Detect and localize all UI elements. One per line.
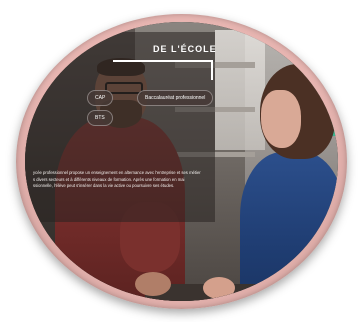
photo-woman-face — [261, 90, 301, 148]
photo-woman-hand — [203, 277, 235, 299]
description-line: ycée professionnel propose un enseigneme… — [33, 170, 201, 175]
filter-button-cap[interactable]: CAP — [87, 90, 114, 106]
filter-button-bts[interactable]: BTS — [87, 110, 113, 126]
decorative-line — [211, 60, 213, 80]
photo-window — [215, 30, 265, 150]
text-overlay-panel: DE L'ÉCOLE CAP Baccalauréat professionne… — [25, 32, 217, 222]
photo-woman — [240, 152, 338, 301]
filter-button-bac-pro[interactable]: Baccalauréat professionnel — [137, 90, 214, 106]
photo-workbench — [145, 284, 338, 301]
description-line: s divers secteurs et à différents niveau… — [33, 176, 185, 182]
photo-man-hand — [135, 272, 171, 296]
description-paragraph: ycée professionnel propose un enseigneme… — [33, 170, 201, 190]
decorative-line — [113, 60, 213, 62]
hero-photo: DE L'ÉCOLE CAP Baccalauréat professionne… — [25, 22, 338, 301]
section-heading: DE L'ÉCOLE — [153, 44, 217, 54]
description-line: ssionnelle, l'élève peut s'insérer dans … — [33, 183, 175, 189]
circular-hero-image: DE L'ÉCOLE CAP Baccalauréat professionne… — [0, 0, 361, 322]
